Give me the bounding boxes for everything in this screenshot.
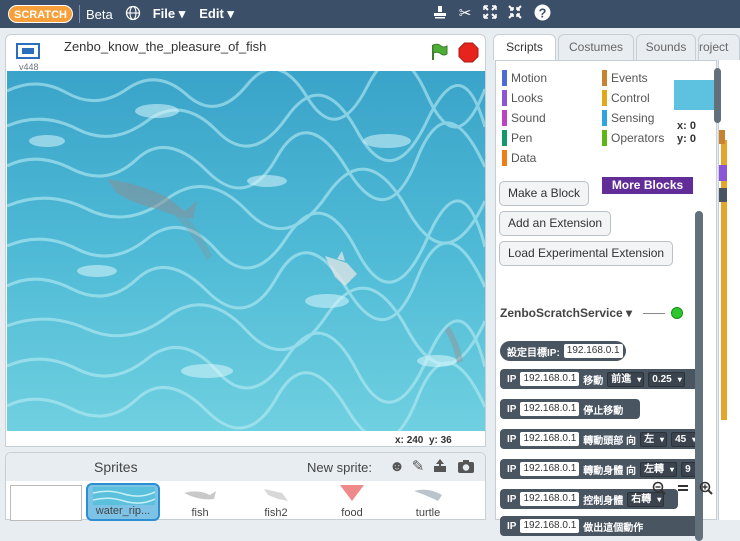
block-stop-moving[interactable]: IP 192.168.0.1 停止移動 bbox=[500, 399, 640, 419]
load-experimental-extension-button[interactable]: Load Experimental Extension bbox=[499, 241, 674, 266]
green-flag-icon[interactable] bbox=[430, 43, 448, 61]
category-looks[interactable]: Looks bbox=[502, 90, 543, 106]
tab-project[interactable]: roject bbox=[698, 34, 740, 60]
new-sprite-label: New sprite: bbox=[307, 460, 373, 475]
sprite-thumb bbox=[93, 487, 155, 505]
menu-bar: SCRATCH Beta File ▾ Edit ▾ ✂ ? bbox=[0, 0, 740, 28]
stage-thumbnail[interactable] bbox=[10, 485, 82, 521]
choose-sprite-library-icon[interactable]: ☻ bbox=[388, 458, 406, 476]
sprite-name: fish2 bbox=[264, 507, 288, 519]
category-sensing[interactable]: Sensing bbox=[602, 110, 654, 126]
zenbo-block[interactable] bbox=[719, 188, 727, 202]
zoom-reset-icon[interactable] bbox=[676, 481, 690, 495]
extension-title[interactable]: ZenboScratchService ▾ bbox=[500, 306, 632, 320]
script-block-stack[interactable] bbox=[721, 140, 727, 420]
category-motion[interactable]: Motion bbox=[502, 70, 547, 86]
globe-icon[interactable] bbox=[125, 5, 141, 24]
event-hat-block[interactable] bbox=[719, 130, 725, 144]
sprite-name: water_rip... bbox=[95, 505, 151, 517]
tab-sounds[interactable]: Sounds bbox=[636, 34, 696, 60]
camera-icon[interactable] bbox=[457, 458, 475, 476]
sprite-thumb bbox=[414, 489, 442, 501]
sprite-panel: Sprites New sprite: ☻ ✎ water_rip... fis… bbox=[5, 452, 486, 521]
sprite-thumb bbox=[340, 485, 364, 501]
category-operators[interactable]: Operators bbox=[602, 130, 664, 146]
tab-scripts[interactable]: Scripts bbox=[493, 34, 556, 60]
shrink-icon[interactable] bbox=[505, 4, 525, 24]
ip-input[interactable]: 192.168.0.1 bbox=[563, 344, 623, 358]
sprite-thumb bbox=[184, 491, 216, 500]
sprite-name: turtle bbox=[415, 507, 441, 519]
ip-input[interactable]: 192.168.0.1 bbox=[520, 372, 580, 386]
sprite-x-position: x: 0 bbox=[677, 120, 696, 132]
block-turn-head[interactable]: IP 192.168.0.1 轉動頭部 向 左 45 bbox=[500, 429, 700, 449]
make-a-block-button[interactable]: Make a Block bbox=[499, 181, 590, 206]
ip-input[interactable]: 192.168.0.1 bbox=[520, 462, 580, 476]
category-more-blocks[interactable]: More Blocks bbox=[602, 177, 693, 194]
turn-body-direction-dropdown[interactable]: 左轉 bbox=[640, 461, 678, 477]
project-title[interactable]: Zenbo_know_the_pleasure_of_fish bbox=[64, 39, 266, 54]
move-direction-dropdown[interactable]: 前進 bbox=[607, 371, 645, 387]
help-icon[interactable]: ? bbox=[532, 4, 552, 24]
scratch-logo[interactable]: SCRATCH bbox=[8, 5, 73, 23]
sprite-tile-fish2[interactable]: fish2 bbox=[239, 483, 313, 521]
sprite-tile-water-ripple[interactable]: water_rip... bbox=[86, 483, 160, 521]
zoom-out-icon[interactable] bbox=[652, 481, 666, 495]
sprite-y-position: y: 0 bbox=[677, 133, 696, 145]
sprite-tile-fish[interactable]: fish bbox=[163, 483, 237, 521]
sprite-tile-turtle[interactable]: turtle bbox=[391, 483, 465, 521]
block-turn-body[interactable]: IP 192.168.0.1 轉動身體 向 左轉 9 bbox=[500, 459, 700, 479]
editor-panel: Scripts Costumes Sounds roject Motion Lo… bbox=[491, 34, 740, 541]
svg-text:?: ? bbox=[538, 5, 546, 20]
move-speed-dropdown[interactable]: 0.25 bbox=[648, 371, 685, 387]
category-control[interactable]: Control bbox=[602, 90, 650, 106]
file-menu[interactable]: File ▾ bbox=[153, 6, 186, 22]
category-pen[interactable]: Pen bbox=[502, 130, 532, 146]
sprites-title: Sprites bbox=[94, 459, 138, 475]
block-move[interactable]: IP 192.168.0.1 移動 前進 0.25 bbox=[500, 369, 700, 389]
paint-brush-icon[interactable]: ✎ bbox=[409, 458, 427, 476]
tab-costumes[interactable]: Costumes bbox=[558, 34, 634, 60]
script-area-scrollbar[interactable] bbox=[714, 68, 721, 123]
extension-divider bbox=[643, 313, 665, 314]
sprite-name: fish bbox=[191, 507, 209, 519]
mouse-coordinates: x: 240 y: 36 bbox=[395, 435, 452, 446]
ip-input[interactable]: 192.168.0.1 bbox=[520, 432, 580, 446]
ip-input[interactable]: 192.168.0.1 bbox=[520, 519, 580, 533]
grow-icon[interactable] bbox=[480, 4, 500, 24]
ip-input[interactable]: 192.168.0.1 bbox=[520, 492, 580, 506]
category-data[interactable]: Data bbox=[502, 150, 536, 166]
fullscreen-icon[interactable] bbox=[16, 43, 40, 59]
block-expression[interactable]: IP 192.168.0.1 做出這個動作 bbox=[500, 516, 700, 536]
sprite-info: x: 0 y: 0 bbox=[669, 60, 719, 160]
looks-block[interactable] bbox=[719, 165, 727, 181]
sprite-tile-food[interactable]: food bbox=[315, 483, 389, 521]
add-extension-button[interactable]: Add an Extension bbox=[499, 211, 612, 236]
current-sprite-thumbnail bbox=[674, 80, 714, 110]
duplicate-stamp-icon[interactable] bbox=[430, 4, 450, 24]
ip-input[interactable]: 192.168.0.1 bbox=[520, 402, 580, 416]
turn-head-direction-dropdown[interactable]: 左 bbox=[640, 431, 668, 447]
stage-canvas[interactable] bbox=[7, 71, 485, 431]
stage-panel: v448 Zenbo_know_the_pleasure_of_fish x: … bbox=[5, 34, 486, 447]
sprite-thumb bbox=[264, 489, 288, 501]
water-ripple-backdrop bbox=[7, 71, 485, 431]
sprites-header: Sprites New sprite: ☻ ✎ bbox=[6, 453, 485, 481]
block-set-target-ip[interactable]: 設定目標IP: 192.168.0.1 bbox=[500, 341, 626, 361]
script-area[interactable] bbox=[718, 60, 740, 520]
edit-menu[interactable]: Edit ▾ bbox=[199, 6, 234, 22]
palette-scrollbar[interactable] bbox=[695, 211, 703, 541]
extension-status-indicator bbox=[671, 307, 683, 319]
category-sound[interactable]: Sound bbox=[502, 110, 546, 126]
menu-divider bbox=[78, 5, 80, 23]
cut-scissors-icon[interactable]: ✂ bbox=[455, 4, 475, 24]
category-events[interactable]: Events bbox=[602, 70, 648, 86]
stop-sign-icon[interactable] bbox=[458, 42, 479, 63]
zoom-in-icon[interactable] bbox=[699, 481, 713, 495]
upload-sprite-icon[interactable] bbox=[431, 458, 449, 476]
sprite-name: food bbox=[341, 507, 363, 519]
beta-label: Beta bbox=[85, 6, 113, 22]
